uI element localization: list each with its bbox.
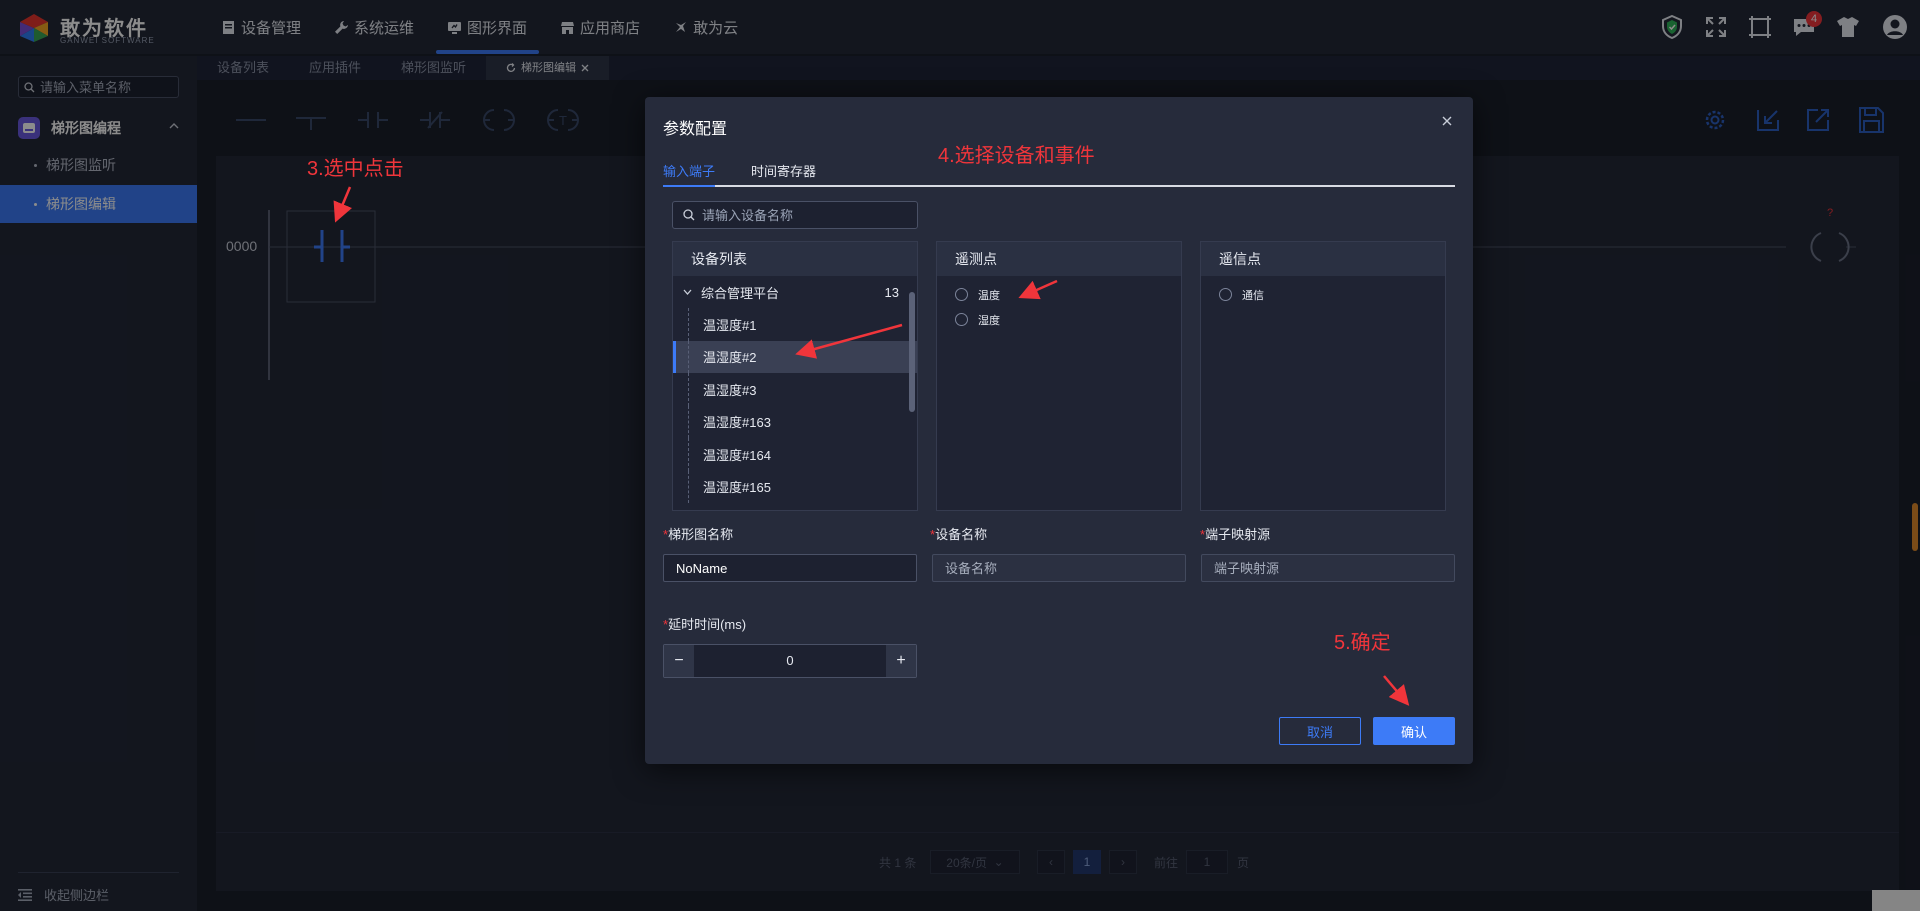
chevron-down-icon[interactable] <box>683 289 692 295</box>
radio-button[interactable] <box>955 288 968 301</box>
tree-root-node[interactable]: 综合管理平台 13 <box>673 276 917 308</box>
telesignal-option-communication[interactable]: 通信 <box>1201 282 1445 307</box>
tree-item[interactable]: 温湿度#163 <box>673 405 917 439</box>
tab-time-register[interactable]: 时间寄存器 <box>751 161 816 185</box>
increment-button[interactable]: + <box>886 645 916 677</box>
cancel-button[interactable]: 取消 <box>1279 717 1361 745</box>
param-config-dialog: 参数配置 输入端子 时间寄存器 设备列表 综合管理平台 13 温湿度#1 温湿度… <box>645 97 1473 764</box>
telesignal-panel: 遥信点 通信 <box>1200 241 1446 511</box>
radio-label: 温度 <box>978 289 1000 302</box>
delay-stepper: − 0 + <box>663 644 917 678</box>
search-icon <box>683 209 695 221</box>
annotation-step4: 4.选择设备和事件 <box>938 145 1095 167</box>
telemetry-option-humidity[interactable]: 湿度 <box>937 307 1181 332</box>
delay-value[interactable]: 0 <box>694 645 886 677</box>
decrement-button[interactable]: − <box>664 645 694 677</box>
tree-root-count: 13 <box>884 285 899 300</box>
tree-item[interactable]: 温湿度#164 <box>673 438 917 471</box>
terminal-source-label: *端子映射源 <box>1200 527 1271 542</box>
close-icon[interactable] <box>1439 113 1455 129</box>
tree-item[interactable]: 温湿度#3 <box>673 373 917 406</box>
device-search-input[interactable] <box>702 207 902 223</box>
telemetry-panel-title: 遥测点 <box>937 242 1181 276</box>
confirm-button[interactable]: 确认 <box>1373 717 1455 745</box>
tree-root-label: 综合管理平台 <box>701 285 780 301</box>
ladder-name-input[interactable] <box>663 554 917 582</box>
dialog-title: 参数配置 <box>663 121 728 138</box>
radio-button[interactable] <box>955 313 968 326</box>
tab-input-terminal[interactable]: 输入端子 <box>663 161 716 187</box>
device-list-panel: 设备列表 综合管理平台 13 温湿度#1 温湿度#2 温湿度#3 温湿度#163… <box>672 241 918 511</box>
device-search[interactable] <box>672 201 918 229</box>
telesignal-panel-title: 遥信点 <box>1201 242 1445 276</box>
tree-item[interactable]: 温湿度#1 <box>673 308 917 341</box>
device-panel-title: 设备列表 <box>673 242 917 276</box>
radio-label: 湿度 <box>978 314 1000 327</box>
radio-button[interactable] <box>1219 288 1232 301</box>
tree-item-selected[interactable]: 温湿度#2 <box>673 340 917 373</box>
telemetry-panel: 遥测点 温度 湿度 <box>936 241 1182 511</box>
device-name-input <box>932 554 1186 582</box>
delay-label: *延时时间(ms) <box>663 617 747 632</box>
tree-item[interactable]: 温湿度#165 <box>673 470 917 504</box>
terminal-source-input <box>1201 554 1455 582</box>
device-list-scrollbar[interactable] <box>909 292 915 412</box>
radio-label: 通信 <box>1242 289 1264 302</box>
annotation-step5: 5.确定 <box>1334 632 1391 654</box>
telemetry-option-temperature[interactable]: 温度 <box>937 282 1181 307</box>
annotation-step3: 3.选中点击 <box>307 158 404 180</box>
ladder-name-label: *梯形图名称 <box>663 527 734 542</box>
device-name-label: *设备名称 <box>930 527 988 542</box>
